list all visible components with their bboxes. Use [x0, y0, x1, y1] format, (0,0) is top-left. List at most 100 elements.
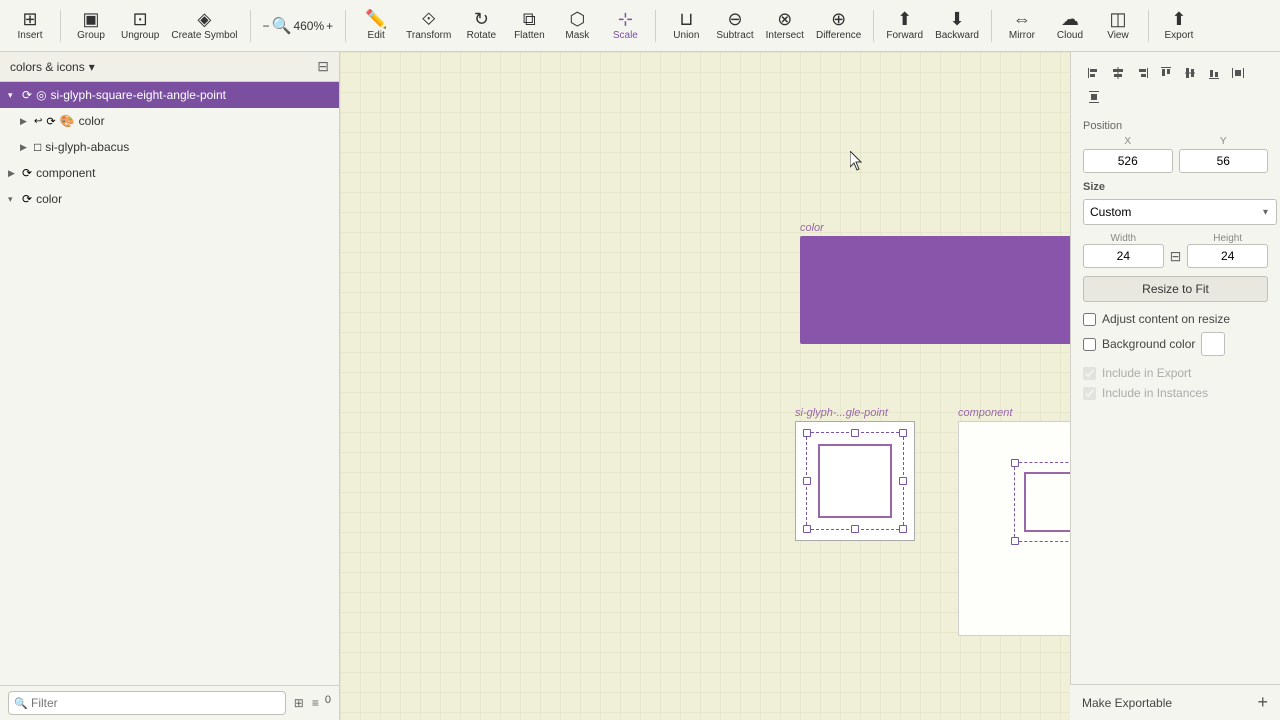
x-input[interactable]: [1083, 149, 1173, 173]
handle-bc[interactable]: [851, 525, 859, 533]
divider-5: [873, 10, 874, 42]
create-symbol-tool[interactable]: ◈ Create Symbol: [167, 4, 241, 48]
layer-name: color: [36, 192, 62, 206]
layer-name: si-glyph-square-eight-angle-point: [51, 88, 226, 102]
insert-tool[interactable]: ⊞ Insert: [8, 4, 52, 48]
panel-close-button[interactable]: ⊟: [317, 58, 329, 75]
mask-label: Mask: [565, 30, 589, 41]
expand-arrow[interactable]: ▶: [20, 142, 32, 153]
backward-tool[interactable]: ⬇ Backward: [931, 4, 983, 48]
difference-tool[interactable]: ⊕ Difference: [812, 4, 865, 48]
handle-bl[interactable]: [1011, 537, 1019, 545]
export-label: Export: [1165, 30, 1194, 41]
layer-item[interactable]: ▶ □ si-glyph-abacus: [0, 134, 339, 160]
divider-1: [60, 10, 61, 42]
color-rectangle[interactable]: [800, 236, 1070, 344]
adjust-content-checkbox[interactable]: [1083, 313, 1096, 326]
union-tool[interactable]: ⊔ Union: [664, 4, 708, 48]
add-exportable-button[interactable]: +: [1257, 692, 1268, 713]
handle-tl[interactable]: [803, 429, 811, 437]
right-panel: Position X Y Size Custom Fixed Auto: [1070, 52, 1280, 720]
component-icon-selection[interactable]: [1014, 462, 1070, 542]
panel-title[interactable]: colors & icons ▾: [10, 60, 95, 74]
ungroup-label: Ungroup: [121, 30, 159, 41]
scale-icon: ⊹: [618, 10, 633, 28]
insert-icon: ⊞: [22, 10, 37, 28]
group-tool[interactable]: ▣ Group: [69, 4, 113, 48]
mirror-tool[interactable]: ⇔ Mirror: [1000, 4, 1044, 48]
mirror-label: Mirror: [1009, 30, 1035, 41]
align-right-button[interactable]: [1131, 62, 1153, 84]
align-center-v-button[interactable]: [1179, 62, 1201, 84]
ungroup-tool[interactable]: ⊡ Ungroup: [117, 4, 163, 48]
layer-name: component: [36, 166, 95, 180]
glyph-frame[interactable]: [795, 421, 915, 541]
handle-bl[interactable]: [803, 525, 811, 533]
cloud-icon: ☁: [1061, 10, 1079, 28]
align-bottom-button[interactable]: [1203, 62, 1225, 84]
layer-item[interactable]: ▶ ⟳ component: [0, 160, 339, 186]
position-row: X Y: [1083, 136, 1268, 173]
handle-mr[interactable]: [899, 477, 907, 485]
expand-arrow[interactable]: ▶: [8, 168, 20, 179]
export-icon: ⬆: [1171, 10, 1186, 28]
height-label: Height: [1187, 233, 1268, 244]
scale-tool[interactable]: ⊹ Scale: [603, 4, 647, 48]
handle-tc[interactable]: [851, 429, 859, 437]
link-proportions-button[interactable]: ⊟: [1168, 233, 1184, 268]
rotate-tool[interactable]: ↻ Rotate: [459, 4, 503, 48]
export-tool[interactable]: ⬆ Export: [1157, 4, 1201, 48]
canvas-area[interactable]: color si-glyph-...gle-point: [340, 52, 1070, 720]
zoom-control[interactable]: − 🔍 460% +: [259, 16, 338, 36]
subtract-tool[interactable]: ⊖ Subtract: [712, 4, 757, 48]
divider-3: [345, 10, 346, 42]
align-left-button[interactable]: [1083, 62, 1105, 84]
make-exportable-section: Make Exportable +: [1070, 684, 1280, 720]
right-panel-wrapper: Position X Y Size Custom Fixed Auto: [1070, 52, 1280, 720]
divider-2: [250, 10, 251, 42]
align-top-button[interactable]: [1155, 62, 1177, 84]
edit-tool[interactable]: ✏️ Edit: [354, 4, 398, 48]
include-export-checkbox[interactable]: [1083, 367, 1096, 380]
cloud-tool[interactable]: ☁ Cloud: [1048, 4, 1092, 48]
grid-view-button[interactable]: ⊞: [292, 694, 306, 712]
list-view-button[interactable]: ≡: [310, 694, 321, 712]
forward-label: Forward: [886, 30, 923, 41]
include-export-label: Include in Export: [1102, 366, 1191, 380]
component-frame[interactable]: Select laye: [958, 421, 1070, 636]
include-instances-checkbox[interactable]: [1083, 387, 1096, 400]
filter-input[interactable]: [8, 691, 286, 715]
layer-item[interactable]: ▾ ⟳ ◎ si-glyph-square-eight-angle-point: [0, 82, 339, 108]
height-input[interactable]: [1187, 244, 1268, 268]
background-color-swatch[interactable]: [1201, 332, 1225, 356]
resize-to-fit-button[interactable]: Resize to Fit: [1083, 276, 1268, 302]
handle-br[interactable]: [899, 525, 907, 533]
rotate-label: Rotate: [467, 30, 496, 41]
mask-icon: ⬡: [570, 10, 586, 28]
forward-tool[interactable]: ⬆ Forward: [882, 4, 927, 48]
handle-tl[interactable]: [1011, 459, 1019, 467]
size-dropdown[interactable]: Custom Fixed Auto: [1083, 199, 1277, 225]
mask-tool[interactable]: ⬡ Mask: [555, 4, 599, 48]
background-color-checkbox[interactable]: [1083, 338, 1096, 351]
zoom-plus[interactable]: +: [326, 19, 333, 33]
handle-ml[interactable]: [803, 477, 811, 485]
flatten-tool[interactable]: ⧉ Flatten: [507, 4, 551, 48]
expand-arrow[interactable]: ▾: [8, 90, 20, 101]
y-input[interactable]: [1179, 149, 1269, 173]
layer-item[interactable]: ▶ ↩ ⟳ 🎨 color: [0, 108, 339, 134]
zoom-minus[interactable]: −: [263, 19, 270, 33]
expand-arrow[interactable]: ▾: [8, 194, 20, 205]
width-input[interactable]: [1083, 244, 1164, 268]
y-field: Y: [1179, 136, 1269, 173]
view-tool[interactable]: ◫ View: [1096, 4, 1140, 48]
distribute-v-button[interactable]: [1083, 86, 1105, 108]
intersect-tool[interactable]: ⊗ Intersect: [762, 4, 808, 48]
layer-item[interactable]: ▾ ⟳ color: [0, 186, 339, 212]
handle-tr[interactable]: [899, 429, 907, 437]
transform-tool[interactable]: ⟐ Transform: [402, 4, 455, 48]
align-center-h-button[interactable]: [1107, 62, 1129, 84]
distribute-h-button[interactable]: [1227, 62, 1249, 84]
x-field: X: [1083, 136, 1173, 173]
expand-arrow[interactable]: ▶: [20, 116, 32, 127]
